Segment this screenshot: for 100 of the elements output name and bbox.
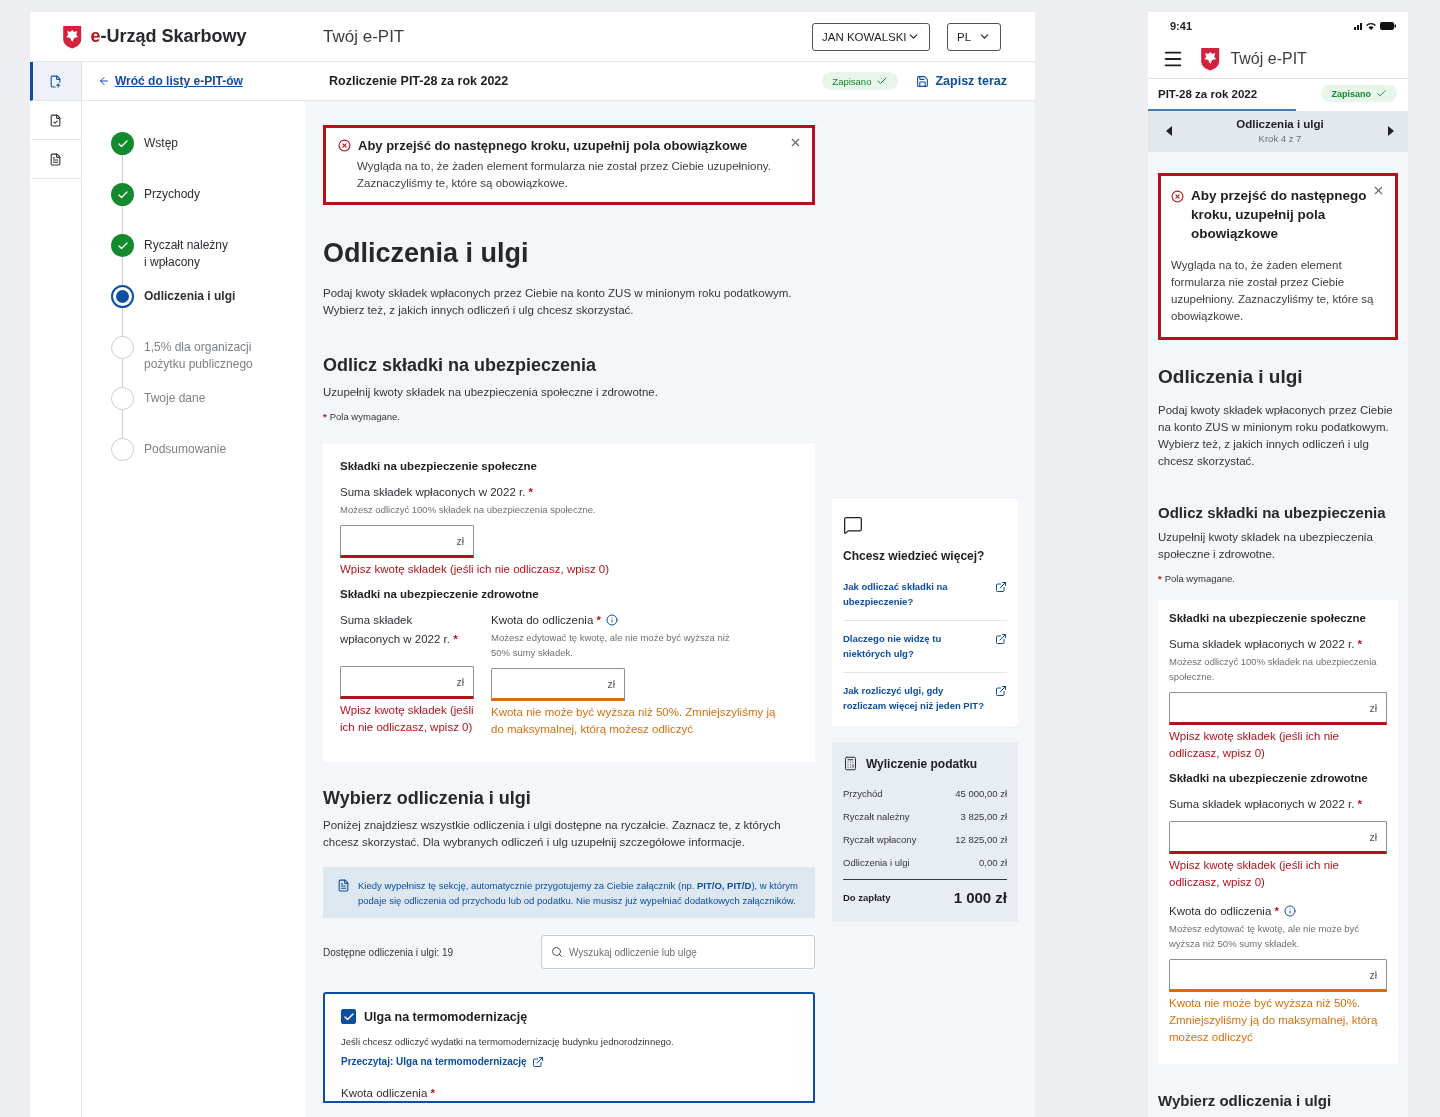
saved-status: Zapisano bbox=[1321, 85, 1397, 103]
checkbox[interactable] bbox=[341, 1009, 356, 1024]
warning-message: Kwota nie może być wyższa niż 50%. Zmniejszyliśmy ją do maksymalnej, którą możesz odliczyć bbox=[491, 705, 777, 737]
external-link-icon bbox=[995, 633, 1007, 645]
step-label[interactable]: Wstęp bbox=[144, 132, 178, 183]
warning-message: Kwota nie może być wyższa niż 50%. Zmniejszyliśmy ją do maksymalnej, którą możesz odliczyć bbox=[1169, 996, 1379, 1045]
amount-input[interactable]: zł bbox=[340, 666, 474, 699]
rail-tab[interactable] bbox=[30, 62, 81, 101]
section-title: Odlicz składki na ubezpieczenia bbox=[323, 355, 598, 376]
error-message: Wpisz kwotę składek (jeśli ich nie odliczasz, wpisz 0) bbox=[1169, 858, 1340, 890]
emblem-icon bbox=[1200, 47, 1221, 72]
info-icon[interactable] bbox=[1284, 905, 1296, 917]
total-label: Do zapłaty bbox=[843, 892, 891, 903]
step-title: Odliczenia i ulgi bbox=[1236, 118, 1324, 131]
available-count: Dostępne odliczenia i ulgi: 19 bbox=[323, 946, 454, 958]
status-icons-drawing bbox=[1354, 21, 1396, 32]
amount-input[interactable]: zł bbox=[1169, 821, 1387, 854]
user-menu-button[interactable]: JAN KOWALSKI bbox=[812, 22, 930, 51]
tax-label: Ryczałt należny bbox=[843, 811, 910, 822]
section-title: Wybierz odliczenia i ulgi bbox=[1158, 1092, 1333, 1109]
field-label: Suma składek wpłaconych w 2022 r. * bbox=[340, 614, 458, 645]
amount-input[interactable]: zł bbox=[491, 668, 625, 701]
step-label[interactable]: Przychody bbox=[144, 183, 201, 234]
error-icon bbox=[338, 139, 351, 152]
read-more-link[interactable]: Przeczytaj: Ulga na termomodernizację bbox=[341, 1055, 544, 1068]
save-icon bbox=[916, 74, 930, 88]
field-label: Suma składek wpłaconych w 2022 r. * bbox=[340, 486, 534, 498]
error-message: Wpisz kwotę składek (jeśli ich nie odliczasz, wpisz 0) bbox=[340, 562, 611, 577]
group-heading: Składki na ubezpieczenie zdrowotne bbox=[1169, 772, 1369, 784]
close-button[interactable] bbox=[1372, 184, 1385, 197]
check-icon bbox=[876, 75, 889, 87]
external-link-icon bbox=[995, 581, 1007, 593]
saved-status: Zapisano bbox=[822, 72, 899, 90]
back-link[interactable]: Wróć do listy e-PIT-ów bbox=[98, 74, 329, 88]
tax-value: 0,00 zł bbox=[979, 857, 1007, 868]
field-hint: Możesz odliczyć 100% składek na ubezpieczenia społeczne. bbox=[340, 503, 597, 517]
field-label: Kwota do odliczenia * bbox=[1169, 905, 1279, 917]
help-link[interactable]: Jak rozliczyć ulgi, gdy rozliczam więcej niż jeden PIT? bbox=[843, 672, 1007, 724]
alert-title: Aby przejść do następnego kroku, uzupełnij pola obowiązkowe bbox=[1191, 187, 1367, 243]
external-link-icon bbox=[531, 1055, 544, 1068]
search-field[interactable]: Wyszukaj odliczenie lub ulgę bbox=[541, 935, 815, 969]
field-hint: Możesz odliczyć 100% składek na ubezpieczenia społeczne. bbox=[1169, 655, 1378, 684]
save-button[interactable]: Zapisz teraz bbox=[916, 74, 1007, 88]
search-icon bbox=[551, 946, 563, 958]
field-label: Kwota do odliczenia * bbox=[491, 614, 601, 626]
document-icon bbox=[49, 113, 62, 127]
relief-title: Ulga na termomodernizację bbox=[364, 1009, 528, 1024]
amount-input[interactable]: zł bbox=[340, 525, 474, 558]
amount-input[interactable]: zł bbox=[1169, 959, 1387, 992]
step-label[interactable]: 1,5% dla organizacji pożytku publicznego bbox=[144, 336, 253, 387]
alert-title: Aby przejść do następnego kroku, uzupełnij pola obowiązkowe bbox=[358, 137, 748, 154]
status-time: 9:41 bbox=[1170, 20, 1193, 33]
calculator-icon bbox=[843, 756, 858, 771]
info-icon[interactable] bbox=[606, 614, 618, 626]
group-heading: Składki na ubezpieczenie społeczne bbox=[340, 460, 538, 472]
arrow-left-icon bbox=[98, 75, 110, 87]
section-intro: Uzupełnij kwoty składek na ubezpieczenia społeczne i zdrowotne. bbox=[1158, 530, 1374, 562]
document-icon bbox=[337, 879, 350, 892]
step-label[interactable]: Odliczenia i ulgi bbox=[144, 285, 236, 336]
app-title: Twój e-PIT bbox=[1230, 50, 1307, 69]
step-label[interactable]: Podsumowanie bbox=[144, 438, 227, 489]
error-message: Wpisz kwotę składek (jeśli ich nie odliczasz, wpisz 0) bbox=[340, 703, 474, 735]
language-button[interactable]: PL bbox=[947, 22, 1001, 51]
field-hint: Możesz edytować tę kwotę, ale nie może być wyższa niż 50% sumy składek. bbox=[491, 631, 731, 660]
alert-message: Wygląda na to, że żaden element formularza nie został przez Ciebie uzupełniony. Zaznaczyliśmy te, które są obowiązkowe. bbox=[1171, 258, 1375, 324]
group-heading: Składki na ubezpieczenie społeczne bbox=[1169, 612, 1367, 624]
amount-input[interactable]: zł bbox=[1169, 692, 1387, 725]
section-intro: Poniżej znajdziesz wszystkie odliczenia i ulgi dostępne na ryczałcie. Zaznacz te, z których chcesz skorzystać. Dla wybranych odliczeń i ulg uzupełnij szczegółowe informacje. bbox=[323, 818, 782, 850]
section-title: Odlicz składki na ubezpieczenia bbox=[1158, 504, 1387, 521]
document-icon bbox=[49, 74, 62, 88]
info-message-icon bbox=[843, 515, 863, 535]
document-title: Rozliczenie PIT-28 za rok 2022 bbox=[329, 74, 510, 88]
section-title: Wybierz odliczenia i ulgi bbox=[323, 788, 532, 809]
currency-unit: zł bbox=[456, 675, 465, 688]
info-text: Kiedy wypełnisz tę sekcję, automatycznie przygotujemy za Ciebie załącznik (np. PIT/O, PIT/D), w którym podaje się odliczenia od przychodu lub od podatku. Nie musisz już wypełniać dodatkowych załączników. bbox=[358, 879, 799, 908]
previous-step-button[interactable] bbox=[1166, 126, 1172, 137]
field-label: Suma składek wpłaconych w 2022 r. * bbox=[1169, 638, 1363, 650]
error-icon bbox=[1171, 190, 1184, 203]
tax-label: Odliczenia i ulgi bbox=[843, 857, 910, 868]
field-label: Suma składek wpłaconych w 2022 r. * bbox=[1169, 798, 1363, 810]
emblem-icon bbox=[62, 24, 83, 49]
currency-unit: zł bbox=[1369, 830, 1378, 843]
alert-message: Wygląda na to, że żaden element formularza nie został przez Ciebie uzupełniony. Zaznaczyliśmy te, które są obowiązkowe. bbox=[357, 159, 772, 191]
brand-name: e-Urząd Skarbowy bbox=[90, 26, 247, 47]
required-note: * Pola wymagane. bbox=[1158, 573, 1236, 584]
currency-unit: zł bbox=[1369, 701, 1378, 714]
document-title: PIT-28 za rok 2022 bbox=[1158, 88, 1258, 100]
error-message: Wpisz kwotę składek (jeśli ich nie odliczasz, wpisz 0) bbox=[1169, 729, 1340, 761]
step-label[interactable]: Ryczałt należny i wpłacony bbox=[144, 234, 229, 285]
close-button[interactable] bbox=[789, 136, 802, 149]
currency-unit: zł bbox=[607, 677, 616, 690]
section-intro: Uzupełnij kwoty składek na ubezpieczenia społeczne i zdrowotne. bbox=[323, 385, 659, 400]
next-step-button[interactable] bbox=[1388, 126, 1394, 137]
page-title: Odliczenia i ulgi bbox=[323, 238, 530, 269]
page-intro: Podaj kwoty składek wpłaconych przez Ciebie na konto ZUS w minionym roku podatkowym. Wybierz też, z jakich innych odliczeń i ulg chcesz skorzystać. bbox=[1158, 403, 1394, 469]
field-label: Kwota odliczenia * bbox=[341, 1087, 436, 1099]
step-label[interactable]: Twoje dane bbox=[144, 387, 206, 438]
help-link[interactable]: Dlaczego nie widzę tu niektórych ulg? bbox=[843, 620, 1007, 672]
tax-title: Wyliczenie podatku bbox=[866, 756, 978, 771]
help-link[interactable]: Jak odliczać składki na ubezpieczenie? bbox=[843, 577, 1007, 620]
